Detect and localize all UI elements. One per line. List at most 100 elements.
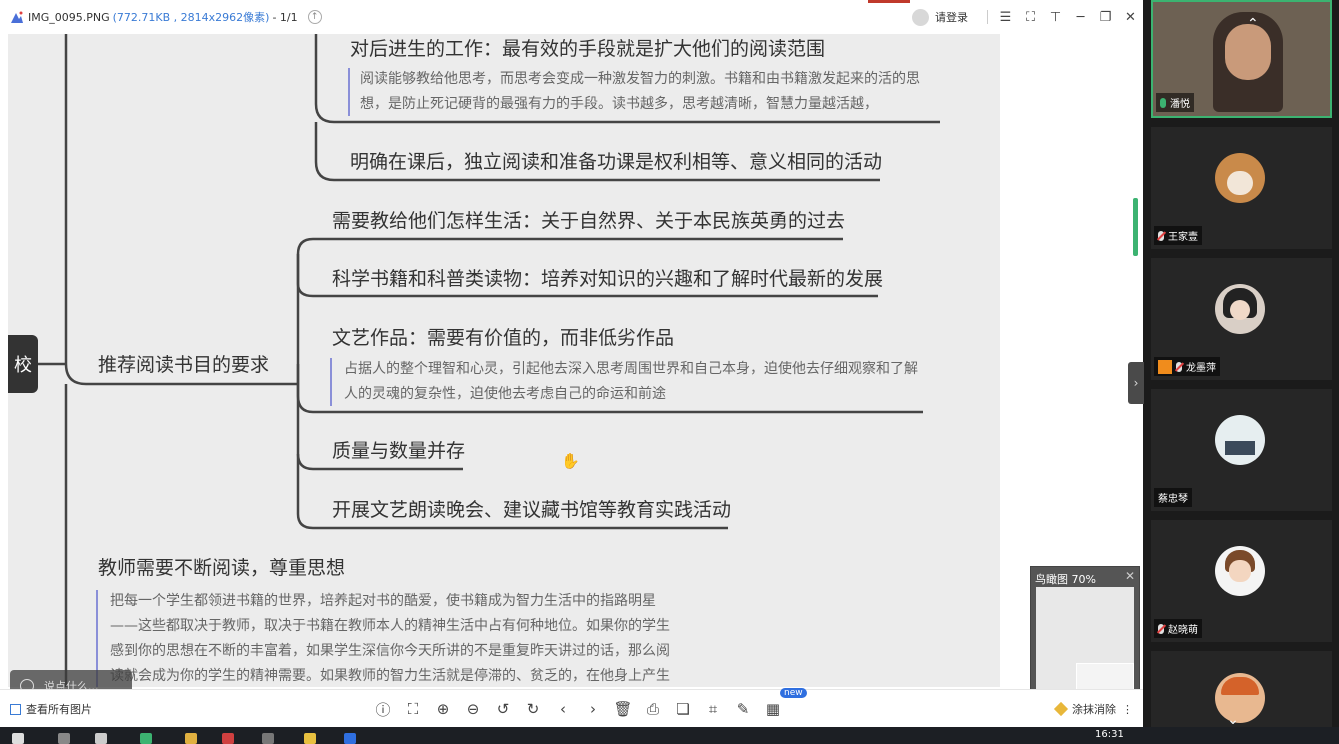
note-bar <box>330 358 332 406</box>
tool-group: ⓘ ⛶ ⊕ ⊖ ↺ ↻ ‹ › 🗑 ⎙ ❏ ⌗ ✎ ▦ <box>368 697 788 721</box>
birdseye-thumbnail[interactable] <box>1036 587 1134 689</box>
delete-icon[interactable]: 🗑 <box>608 697 638 721</box>
image-canvas[interactable]: 校 对后进生的工作：最有效的手段就是扩大他们的阅读范围 阅读能够教给他思考，而思… <box>0 34 1143 689</box>
taskbar-app-icon[interactable] <box>344 733 356 744</box>
mindmap-node[interactable]: 科学书籍和科普类读物：培养对知识的兴趣和了解时代最新的发展 <box>332 264 883 291</box>
video-tile[interactable]: 赵晓萌 <box>1151 520 1332 642</box>
video-tile[interactable]: 龙墨萍 <box>1151 258 1332 380</box>
collapse-panel-button[interactable]: › <box>1128 362 1144 404</box>
taskbar-app-icon[interactable] <box>185 733 197 744</box>
birdseye-label: 鸟瞰图 70% <box>1035 573 1096 586</box>
mic-muted-icon <box>1176 361 1182 372</box>
close-button[interactable]: ✕ <box>1118 5 1143 29</box>
next-icon[interactable]: › <box>578 697 608 721</box>
mindmap-main-node[interactable]: 推荐阅读书目的要求 <box>98 350 269 377</box>
image-viewer-window: IMG_0095.PNG (772.71KB , 2814x2962像素) - … <box>0 0 1143 727</box>
mic-muted-icon <box>1158 230 1164 241</box>
eraser-label: 涂抹消除 <box>1072 703 1116 716</box>
participant-face <box>1225 24 1271 80</box>
avatar <box>1215 153 1265 203</box>
more-icon[interactable]: ⋮ <box>1122 703 1133 716</box>
crop-icon[interactable]: ⌗ <box>698 697 728 721</box>
participant-name: 王家壹 <box>1168 232 1198 243</box>
mic-muted-icon <box>1158 623 1164 634</box>
mindmap-node[interactable]: 质量与数量并存 <box>332 436 465 463</box>
edit-icon[interactable]: ✎ <box>728 697 758 721</box>
participant-name: 龙墨萍 <box>1186 363 1216 374</box>
chat-icon <box>20 679 34 689</box>
participant-label: 潘悦 <box>1156 93 1194 112</box>
participant-name: 赵晓萌 <box>1168 625 1198 636</box>
participant-label: 赵晓萌 <box>1154 619 1202 638</box>
page-indicator: - 1/1 <box>272 10 298 24</box>
chat-input[interactable]: 说点什么... <box>10 670 132 689</box>
chat-placeholder: 说点什么... <box>44 680 99 689</box>
menu-icon[interactable]: ☰ <box>993 5 1018 29</box>
file-name: IMG_0095.PNG <box>28 10 110 24</box>
mindmap-node[interactable]: 需要教给他们怎样生活：关于自然界、关于本民族英勇的过去 <box>332 206 845 233</box>
cloud-upload-icon[interactable]: ↑ <box>307 10 322 24</box>
video-panel: ⌃ 潘悦 王家壹 龙墨萍 蔡忠琴 赵晓萌 <box>1143 0 1339 727</box>
view-all-images-label: 查看所有图片 <box>26 703 92 716</box>
mic-on-icon <box>1160 97 1166 108</box>
video-tile[interactable]: 王家壹 <box>1151 127 1332 249</box>
new-badge: new <box>780 688 807 698</box>
search-icon[interactable] <box>58 733 70 744</box>
taskbar-app-icon[interactable] <box>95 733 107 744</box>
minimize-button[interactable]: ─ <box>1068 5 1093 29</box>
mindmap-node[interactable]: 文艺作品：需要有价值的，而非低劣作品 <box>332 323 674 350</box>
mindmap-node[interactable]: 明确在课后，独立阅读和准备功课是权利相等、意义相同的活动 <box>350 147 882 174</box>
taskbar-clock: 16:31 <box>1095 729 1124 740</box>
pin-icon[interactable]: ⊤ <box>1043 5 1068 29</box>
mindmap-note: 把每一个学生都领进书籍的世界，培养起对书的酷爱，使书籍成为智力生活中的指路明星—… <box>110 593 670 684</box>
restore-button[interactable]: ❐ <box>1093 5 1118 29</box>
note-bar <box>348 68 350 116</box>
participant-name: 潘悦 <box>1170 99 1190 110</box>
zoom-out-icon[interactable]: ⊖ <box>458 697 488 721</box>
host-icon <box>1158 359 1172 374</box>
root-node-tab[interactable]: 校 <box>8 335 38 393</box>
app-logo-icon <box>11 11 23 23</box>
print-icon[interactable]: ⎙ <box>638 697 668 721</box>
file-meta: (772.71KB , 2814x2962像素) <box>112 11 270 24</box>
mindmap-node[interactable]: 对后进生的工作：最有效的手段就是扩大他们的阅读范围 <box>350 34 825 61</box>
taskbar-app-icon[interactable] <box>140 733 152 744</box>
taskbar-app-icon[interactable] <box>304 733 316 744</box>
user-avatar-icon[interactable] <box>912 8 929 26</box>
grid-icon <box>10 703 21 715</box>
start-icon[interactable] <box>12 733 24 744</box>
mindmap-node[interactable]: 开展文艺朗读晚会、建议藏书馆等教育实践活动 <box>332 495 731 522</box>
zoom-in-icon[interactable]: ⊕ <box>428 697 458 721</box>
avatar <box>1215 546 1265 596</box>
mindmap-node[interactable]: 教师需要不断阅读，尊重思想 <box>98 553 345 580</box>
screen: IMG_0095.PNG (772.71KB , 2814x2962像素) - … <box>0 0 1339 744</box>
participant-name: 蔡忠琴 <box>1158 494 1188 505</box>
scrollbar-thumb[interactable] <box>1133 198 1138 256</box>
hand-cursor-icon: ✋ <box>561 452 580 470</box>
birdseye-viewport[interactable] <box>1076 663 1134 689</box>
rotate-right-icon[interactable]: ↻ <box>518 697 548 721</box>
active-tab-indicator <box>868 0 910 3</box>
view-all-images-button[interactable]: 查看所有图片 <box>10 701 92 717</box>
birdseye-panel[interactable]: 鸟瞰图 70% ✕ <box>1030 566 1140 689</box>
previous-icon[interactable]: ‹ <box>548 697 578 721</box>
close-icon[interactable]: ✕ <box>1125 569 1135 583</box>
apps-icon[interactable]: ▦ <box>758 697 788 721</box>
eraser-icon <box>1053 701 1069 717</box>
chevron-up-icon[interactable]: ⌃ <box>1247 16 1259 32</box>
mindmap-note: 阅读能够教给他思考，而思考会变成一种激发智力的刺激。书籍和由书籍激发起来的活的思… <box>360 71 920 112</box>
fit-screen-icon[interactable]: ⛶ <box>398 697 428 721</box>
video-tile[interactable]: 蔡忠琴 <box>1151 389 1332 511</box>
copy-icon[interactable]: ❏ <box>668 697 698 721</box>
rotate-left-icon[interactable]: ↺ <box>488 697 518 721</box>
taskbar-app-icon[interactable] <box>262 733 274 744</box>
taskbar-app-icon[interactable] <box>222 733 234 744</box>
video-tile-active[interactable]: ⌃ 潘悦 <box>1151 0 1332 118</box>
fullscreen-icon[interactable]: ⛶ <box>1018 5 1043 29</box>
mindmap-image[interactable]: 校 对后进生的工作：最有效的手段就是扩大他们的阅读范围 阅读能够教给他思考，而思… <box>8 34 1000 687</box>
title-bar: IMG_0095.PNG (772.71KB , 2814x2962像素) - … <box>0 0 1143 34</box>
info-icon[interactable]: ⓘ <box>368 697 398 721</box>
eraser-button[interactable]: 涂抹消除 ⋮ <box>1053 701 1133 717</box>
participant-label: 王家壹 <box>1154 226 1202 245</box>
login-link[interactable]: 请登录 <box>935 9 968 25</box>
